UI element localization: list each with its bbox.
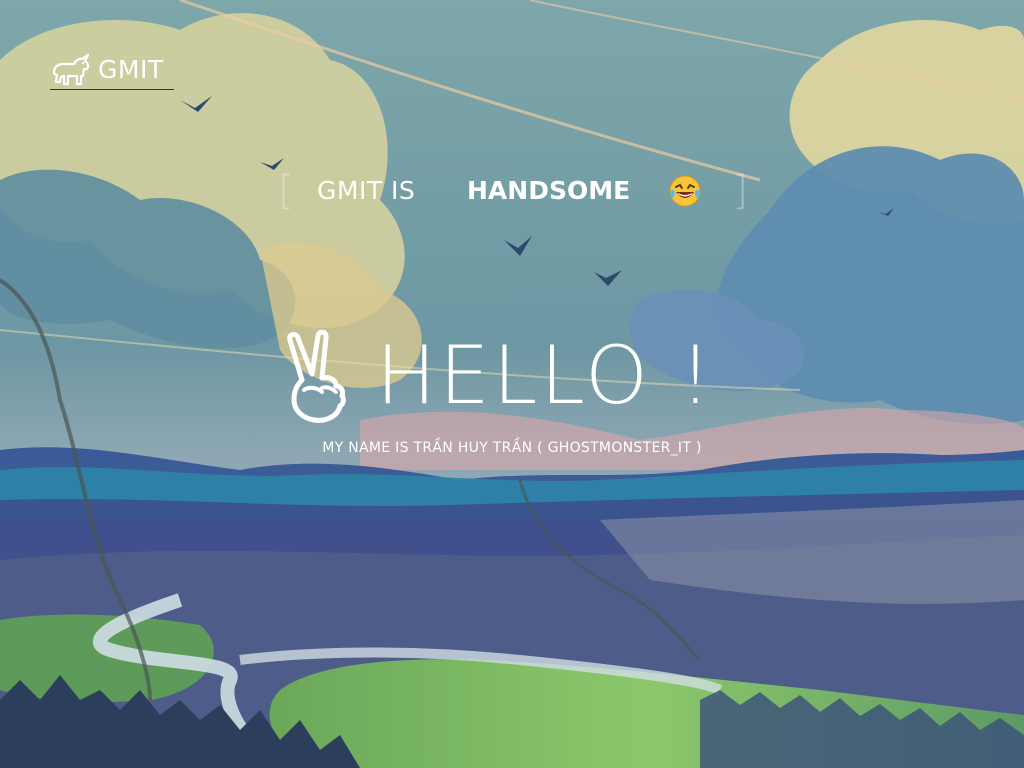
logo-text: GMIT	[98, 55, 164, 84]
typing-word: HANDSOME	[467, 176, 631, 205]
open-bracket: [	[278, 168, 294, 214]
unicorn-icon	[50, 54, 94, 86]
landing-page: GMIT [ GMIT IS HANDSOME ] HELLO ! MY NAM…	[0, 0, 1024, 768]
hero-heading: HELLO !	[280, 326, 750, 426]
hero-title: HELLO !	[376, 329, 715, 422]
hero-subtitle: MY NAME IS TRẦN HUY TRẦN ( GHOSTMONSTER_…	[322, 440, 702, 456]
close-bracket: ]	[732, 168, 748, 214]
typing-headline: [ GMIT IS HANDSOME ]	[278, 168, 748, 214]
laughing-tears-icon	[668, 174, 702, 213]
peace-hand-icon	[280, 329, 354, 429]
typing-prefix: GMIT IS	[317, 176, 416, 205]
logo-link[interactable]: GMIT	[50, 54, 174, 90]
